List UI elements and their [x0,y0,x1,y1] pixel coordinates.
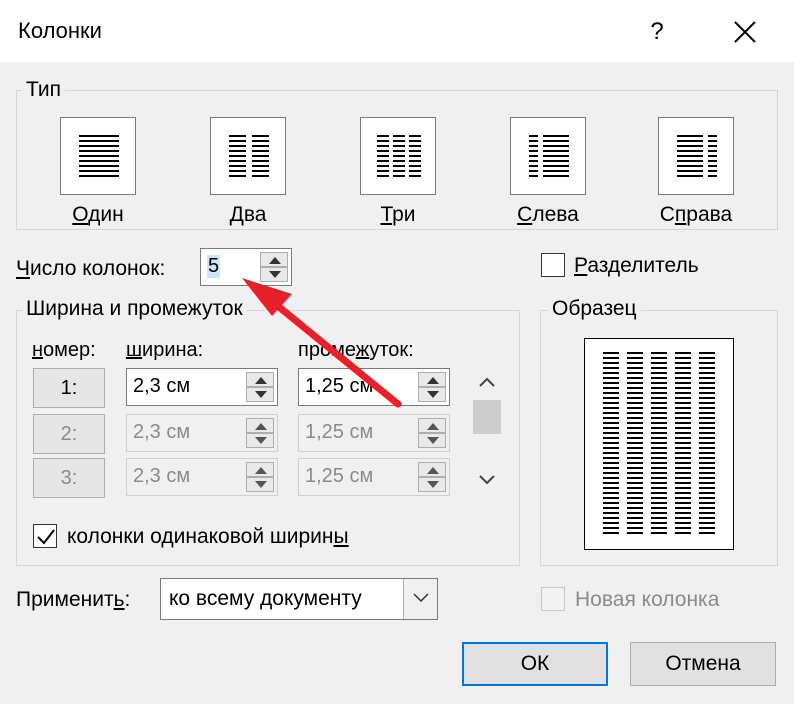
triangle-up-icon [427,423,439,430]
column-number-2: 2: [33,414,105,454]
checkmark-icon [37,529,55,545]
preset-right-label: Справа [659,203,733,226]
spacing-1-down-button[interactable] [418,387,446,402]
cancel-button[interactable]: Отмена [630,642,776,686]
close-icon [734,21,756,43]
preset-one-button[interactable] [60,117,136,195]
width-2-down-button [246,433,274,448]
triangle-up-icon [269,257,281,264]
new-column-label: Новая колонка [575,588,720,611]
triangle-up-icon [255,467,267,474]
ok-button[interactable]: ОК [462,642,608,686]
width-spacing-group-label: Ширина и промежуток [22,297,247,321]
col-number-header: номер: [32,339,96,361]
apply-dropdown-button[interactable] [403,579,437,619]
preset-left-label: Слева [517,203,579,226]
triangle-up-icon [255,423,267,430]
width-3-down-button [246,477,274,492]
triangle-up-icon [427,467,439,474]
num-columns-up-button[interactable] [260,252,288,267]
separator-checkbox[interactable] [541,253,565,277]
right-column-icon [677,135,717,177]
triangle-down-icon [255,481,267,488]
width-1-down-button[interactable] [246,387,274,402]
triangle-down-icon [255,391,267,398]
left-column-icon [529,135,569,177]
num-columns-value[interactable]: 5 [207,255,221,278]
title-bar: Колонки ? [0,0,794,62]
col-width-header: ширина: [126,339,204,361]
chevron-down-icon [413,593,429,603]
three-columns-icon [377,135,421,177]
scroll-thumb[interactable] [473,400,501,434]
chevron-up-icon [479,377,495,387]
triangle-up-icon [255,377,267,384]
preset-two-button[interactable] [210,117,286,195]
sample-group-label: Образец [548,297,641,321]
num-columns-down-button[interactable] [260,267,288,282]
preset-left-button[interactable] [510,117,586,195]
spacing-1-up-button[interactable] [418,372,446,387]
num-columns-spinner[interactable]: 5 [200,248,292,286]
triangle-down-icon [427,437,439,444]
apply-select[interactable]: ко всему документу [160,578,438,620]
preset-three-label: Три [380,203,416,226]
apply-label: Применить: [16,588,131,611]
width-2-up-button [246,418,274,433]
column-spacing-3: 1,25 см [298,458,450,496]
column-width-1[interactable]: 2,3 см [126,368,278,406]
equal-width-checkbox[interactable] [33,524,57,548]
scroll-up-button[interactable] [470,368,504,398]
preset-right-button[interactable] [658,117,734,195]
triangle-down-icon [255,437,267,444]
num-columns-label: Число колонок: [16,257,166,280]
new-column-checkbox [541,587,565,611]
dialog-title: Колонки [18,18,102,43]
separator-label[interactable]: Разделитель [574,254,699,278]
spacing-2-up-button [418,418,446,433]
columns-scrollbar[interactable] [470,368,504,496]
column-spacing-2: 1,25 см [298,414,450,452]
column-width-2: 2,3 см [126,414,278,452]
triangle-down-icon [427,481,439,488]
help-button[interactable]: ? [634,12,680,52]
column-spacing-1[interactable]: 1,25 см [298,368,450,406]
sample-columns-preview [603,352,715,534]
triangle-down-icon [427,391,439,398]
triangle-up-icon [427,377,439,384]
scroll-down-button[interactable] [470,466,504,496]
triangle-down-icon [269,271,281,278]
width-1-up-button[interactable] [246,372,274,387]
type-group-label: Тип [22,78,66,102]
spacing-3-up-button [418,462,446,477]
equal-width-label[interactable]: колонки одинаковой ширины [67,525,349,549]
preset-two-label: Два [229,203,267,226]
spacing-2-down-button [418,433,446,448]
chevron-down-icon [479,475,495,485]
spacing-3-down-button [418,477,446,492]
preset-three-button[interactable] [360,117,436,195]
column-number-3: 3: [33,458,105,498]
columns-dialog: Колонки ? Тип Один Два Три Слева Справа … [0,0,794,704]
sample-preview [584,338,734,550]
column-number-1: 1: [33,368,105,408]
width-3-up-button [246,462,274,477]
column-width-3: 2,3 см [126,458,278,496]
one-column-icon [79,135,119,177]
close-button[interactable] [722,12,768,52]
col-spacing-header: промежуток: [298,339,414,361]
two-columns-icon [229,135,269,177]
preset-one-label: Один [72,203,124,226]
